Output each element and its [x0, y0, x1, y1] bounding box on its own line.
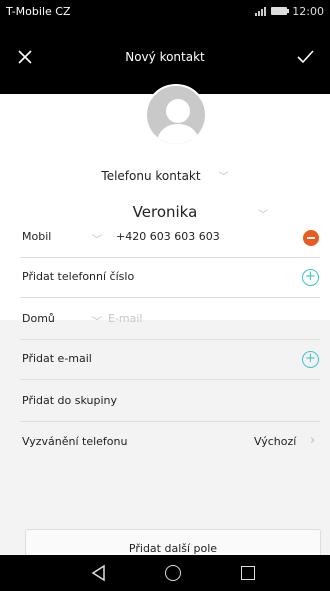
carrier-name: T-Mobile CZ: [6, 4, 71, 18]
add-phone-row[interactable]: Přidat telefonní číslo +: [0, 258, 330, 298]
remove-icon[interactable]: [303, 230, 319, 246]
email-type[interactable]: Domů: [22, 312, 55, 325]
signal-icon: [255, 6, 267, 16]
add-icon[interactable]: +: [302, 351, 319, 368]
divider: [20, 297, 320, 298]
add-email-label[interactable]: Přidat e-mail: [22, 352, 92, 365]
chevron-right-icon: ›: [310, 433, 316, 448]
status-icons: 12:00: [255, 5, 324, 18]
divider: [20, 421, 320, 422]
ringtone-value: Výchozí: [254, 435, 297, 448]
ringtone-label: Vyzvánění telefonu: [22, 435, 128, 448]
avatar[interactable]: [145, 84, 207, 146]
chevron-down-icon[interactable]: ﹀: [92, 313, 102, 328]
divider: [20, 379, 320, 380]
battery-icon: [271, 7, 290, 15]
add-icon[interactable]: +: [302, 269, 319, 286]
account-label: Telefonu kontakt: [101, 169, 201, 183]
ringtone-row[interactable]: Vyzvánění telefonu Výchozí ›: [0, 423, 330, 463]
check-icon[interactable]: [294, 46, 316, 68]
clock: 12:00: [292, 4, 324, 18]
add-group-label[interactable]: Přidat do skupiny: [22, 394, 117, 407]
add-more-fields-label: Přidat další pole: [128, 542, 218, 555]
phone-number[interactable]: +420 603 603 603: [116, 230, 220, 243]
app-bar: Nový kontakt: [0, 22, 330, 94]
email-row[interactable]: Domů ﹀ E-mail: [0, 300, 330, 340]
account-selector[interactable]: Telefonu kontakt ﹀: [0, 168, 330, 183]
chevron-down-icon: ﹀: [218, 172, 229, 183]
phone-row[interactable]: Mobil ﹀ +420 603 603 603: [0, 218, 330, 258]
add-email-row[interactable]: Přidat e-mail +: [0, 340, 330, 380]
home-icon[interactable]: [165, 565, 181, 581]
back-icon[interactable]: [90, 564, 108, 582]
navigation-bar: [0, 555, 330, 591]
email-field[interactable]: E-mail: [108, 312, 143, 325]
add-phone-label[interactable]: Přidat telefonní číslo: [22, 270, 134, 283]
add-group-row[interactable]: Přidat do skupiny: [0, 382, 330, 422]
status-bar: T-Mobile CZ 12:00: [0, 0, 330, 22]
phone-type[interactable]: Mobil: [22, 230, 51, 243]
chevron-down-icon[interactable]: ﹀: [92, 231, 102, 246]
recent-apps-icon[interactable]: [241, 566, 255, 580]
page-title: Nový kontakt: [125, 50, 205, 64]
